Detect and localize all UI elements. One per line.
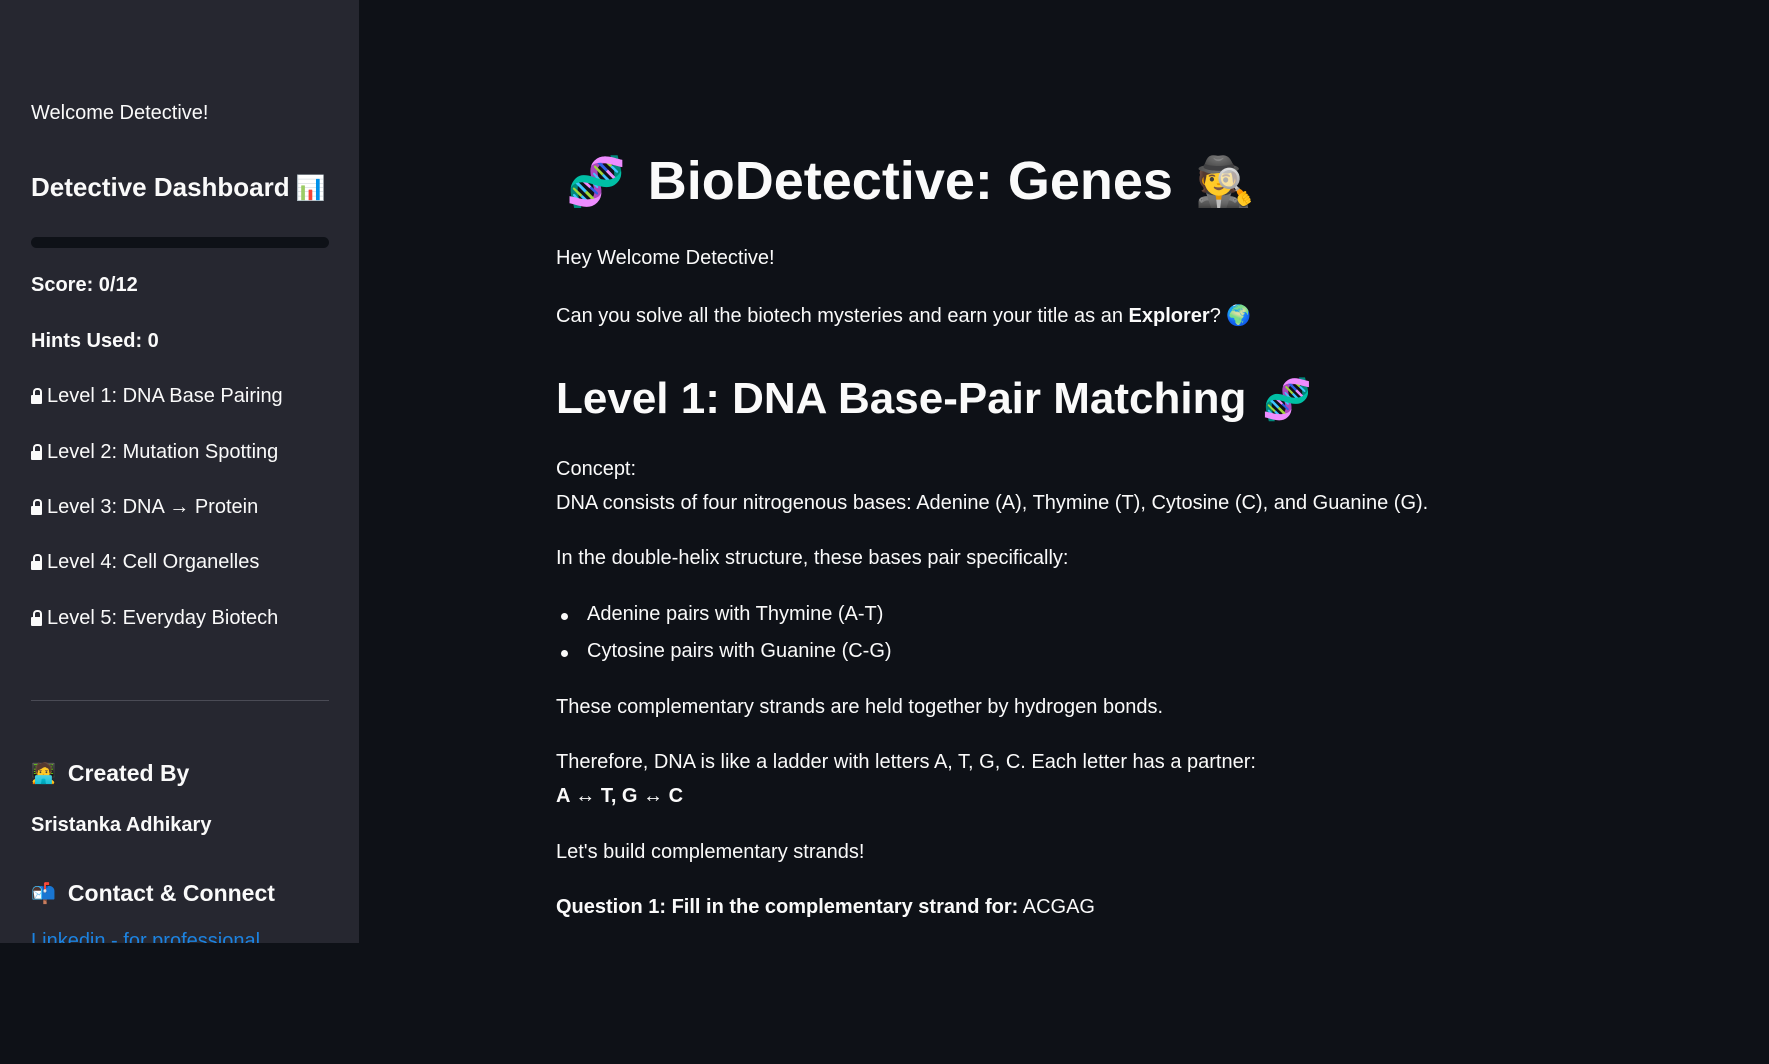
intro-text-bold: Explorer [1128, 305, 1210, 327]
list-item-text: Cytosine pairs with Guanine (C-G) [587, 640, 892, 662]
detective-icon: 🕵️ [1194, 155, 1255, 209]
sidebar-level-4: Level 4: Cell Organelles [31, 551, 259, 574]
lock-icon [31, 388, 42, 404]
sidebar-level-label: Level 3: DNA → Protein [47, 496, 259, 518]
created-by-text: Created By [67, 760, 190, 786]
dashboard-title: Detective Dashboard 📊 [31, 172, 326, 203]
linkedin-link[interactable]: Linkedin - for professional [31, 930, 260, 943]
level-heading-text: Level 1: DNA Base-Pair Matching [556, 374, 1247, 423]
sidebar-level-1: Level 1: DNA Base Pairing [31, 385, 283, 408]
lock-icon [31, 444, 42, 460]
dashboard-title-text: Detective Dashboard [31, 172, 290, 202]
progress-bar [31, 237, 329, 248]
base-pairs-text: A ↔ T, G ↔ C [556, 785, 684, 807]
sidebar-welcome-text: Welcome Detective! [31, 102, 209, 124]
level-heading: Level 1: DNA Base-Pair Matching 🧬 [556, 374, 1312, 424]
sidebar-level-label: Level 2: Mutation Spotting [47, 441, 279, 463]
lock-icon [31, 554, 42, 570]
lets-build-text: Let's build complementary strands! [556, 841, 865, 863]
sidebar-level-label: Level 4: Cell Organelles [47, 551, 260, 573]
page-title: 🧬 BioDetective: Genes 🕵️ [566, 150, 1255, 212]
sidebar-level-2: Level 2: Mutation Spotting [31, 441, 278, 464]
ladder-text: Therefore, DNA is like a ladder with let… [556, 751, 1256, 773]
page-title-text: BioDetective: Genes [647, 151, 1173, 211]
pairing-intro-text: In the double-helix structure, these bas… [556, 547, 1069, 569]
question-1-text: Question 1: Fill in the complementary st… [556, 896, 1095, 919]
main-content: 🧬 BioDetective: Genes 🕵️ Hey Welcome Detec… [359, 0, 1568, 943]
question-label: Question 1: Fill in the complementary st… [556, 896, 1019, 918]
score-text: Score: 0/12 [31, 274, 138, 296]
sidebar-level-label: Level 5: Everyday Biotech [47, 607, 279, 629]
intro-text-start: Can you solve all the biotech mysteries … [556, 305, 1129, 327]
concept-text: DNA consists of four nitrogenous bases: … [556, 492, 1429, 514]
lock-icon [31, 610, 42, 626]
bullet-dot [561, 650, 568, 657]
author-name: Sristanka Adhikary [31, 814, 212, 836]
hints-used-text: Hints Used: 0 [31, 330, 159, 352]
intro-text: Can you solve all the biotech mysteries … [556, 303, 1251, 328]
list-item-text: Adenine pairs with Thymine (A-T) [587, 603, 884, 625]
sidebar-divider [31, 700, 329, 701]
mailbox-icon: 📬 [31, 883, 56, 905]
created-by-heading: 🧑‍💻 Created By [31, 760, 189, 787]
contact-heading: 📬 Contact & Connect [31, 880, 275, 907]
sidebar-level-label: Level 1: DNA Base Pairing [47, 385, 283, 407]
bar-chart-icon: 📊 [295, 175, 326, 202]
sidebar-level-3: Level 3: DNA → Protein [31, 496, 258, 519]
app: Welcome Detective! Detective Dashboard 📊 … [0, 0, 1568, 943]
dna-icon: 🧬 [1262, 377, 1313, 422]
hydrogen-bond-text: These complementary strands are held tog… [556, 696, 1164, 718]
lock-icon [31, 499, 42, 515]
sidebar: Welcome Detective! Detective Dashboard 📊 … [0, 0, 359, 943]
bullet-dot [561, 613, 568, 620]
concept-label: Concept: [556, 458, 637, 480]
greeting-text: Hey Welcome Detective! [556, 247, 775, 269]
intro-text-end: ? 🌍 [1209, 305, 1252, 327]
dna-icon: 🧬 [566, 155, 626, 209]
question-sequence: ACGAG [1022, 896, 1095, 918]
sidebar-level-5: Level 5: Everyday Biotech [31, 607, 278, 630]
technologist-icon: 🧑‍💻 [31, 763, 56, 785]
contact-text: Contact & Connect [67, 880, 275, 906]
